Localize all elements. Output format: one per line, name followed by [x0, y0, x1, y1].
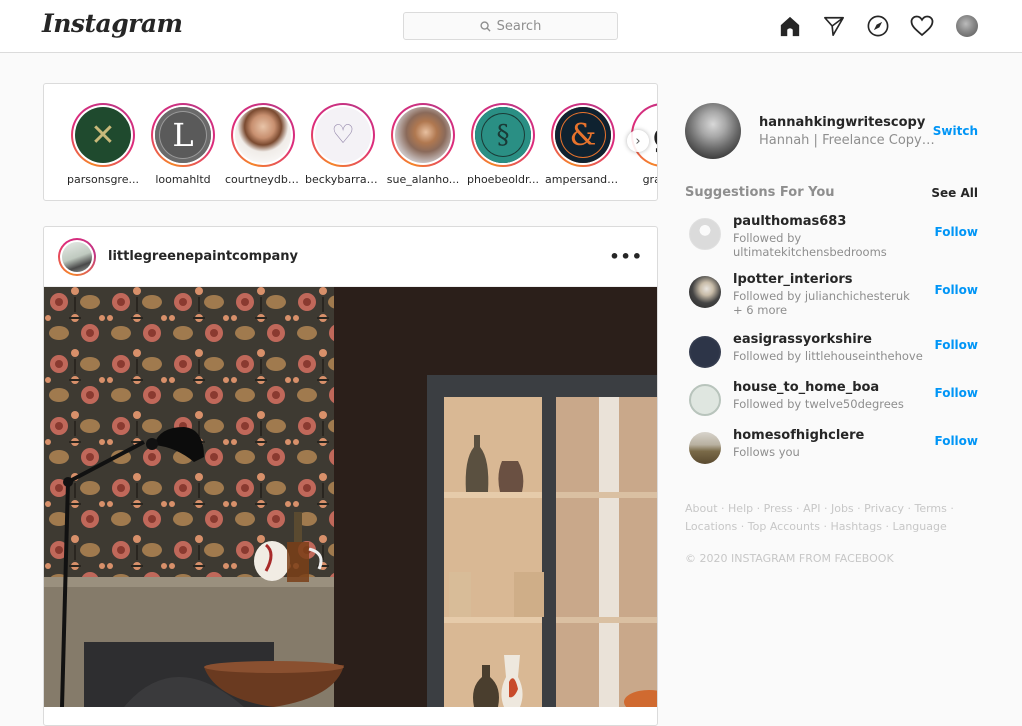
suggestion-context: Followed by twelve50degrees: [733, 397, 904, 411]
suggestion-context: Followed by julianchichesteruk + 6 more: [733, 289, 910, 317]
follow-button[interactable]: Follow: [934, 434, 978, 448]
suggestion-avatar[interactable]: [689, 384, 721, 416]
story-item[interactable]: ♡ beckybarrac...: [303, 103, 383, 186]
suggestion-item: lpotter_interiors Followed by julianchic…: [685, 268, 978, 328]
story-avatar: L: [155, 107, 211, 163]
current-user: hannahkingwritescopy Hannah | Freelance …: [685, 102, 978, 160]
suggestion-avatar[interactable]: [689, 336, 721, 368]
feed-post: littlegreenepaintcompany •••: [43, 226, 658, 726]
footer-link-language[interactable]: Language: [892, 520, 946, 533]
current-user-username[interactable]: hannahkingwritescopy: [759, 115, 933, 130]
suggestion-avatar[interactable]: [689, 432, 721, 464]
see-all-link[interactable]: See All: [931, 186, 978, 200]
story-item[interactable]: ✕ parsonsgre...: [63, 103, 143, 186]
home-icon[interactable]: [778, 14, 802, 38]
story-item[interactable]: sue_alanho...: [383, 103, 463, 186]
suggestion-username[interactable]: lpotter_interiors: [733, 272, 923, 287]
suggestion-username[interactable]: house_to_home_boa: [733, 380, 923, 395]
stories-next-button[interactable]: ›: [627, 130, 649, 152]
story-avatar: ♡: [315, 107, 371, 163]
story-username: loomahltd: [155, 173, 211, 186]
suggestion-username[interactable]: homesofhighclere: [733, 428, 923, 443]
footer-link-about[interactable]: About: [685, 502, 718, 515]
suggestion-context: Followed by littlehouseinthehove: [733, 349, 923, 363]
story-item[interactable]: § phoebeoldr...: [463, 103, 543, 186]
suggestions-list: paulthomas683 Followed by ultimatekitche…: [685, 210, 978, 472]
current-user-avatar[interactable]: [685, 103, 741, 159]
story-item[interactable]: courtneydbl...: [223, 103, 303, 186]
story-username: courtneydbl...: [225, 173, 302, 186]
footer-links: About · Help · Press · API · Jobs · Priv…: [685, 502, 954, 533]
follow-button[interactable]: Follow: [934, 283, 978, 297]
footer-link-jobs[interactable]: Jobs: [831, 502, 854, 515]
suggestion-avatar[interactable]: [689, 276, 721, 308]
footer-link-top-accounts[interactable]: Top Accounts: [748, 520, 820, 533]
story-item[interactable]: & ampersand_...: [543, 103, 623, 186]
suggestion-item: paulthomas683 Followed by ultimatekitche…: [685, 210, 978, 268]
post-author-avatar[interactable]: [58, 237, 96, 276]
footer-link-api[interactable]: API: [803, 502, 820, 515]
story-avatar: &: [555, 107, 611, 163]
story-username: sue_alanho...: [386, 173, 460, 186]
footer-link-help[interactable]: Help: [728, 502, 753, 515]
top-nav-bar: Instagram Search: [0, 0, 1022, 53]
suggestion-context: Followed by ultimatekitchensbedrooms: [733, 231, 887, 259]
suggestion-avatar[interactable]: [689, 218, 721, 250]
follow-button[interactable]: Follow: [934, 225, 978, 239]
footer-link-privacy[interactable]: Privacy: [864, 502, 904, 515]
suggestion-item: house_to_home_boa Followed by twelve50de…: [685, 376, 978, 424]
post-header: littlegreenepaintcompany •••: [44, 227, 657, 287]
switch-account-button[interactable]: Switch: [933, 124, 978, 138]
chevron-right-icon: ›: [635, 133, 641, 149]
instagram-logo[interactable]: Instagram: [42, 9, 183, 38]
copyright: © 2020 INSTAGRAM FROM FACEBOOK: [685, 552, 894, 565]
direct-messages-icon[interactable]: [822, 14, 846, 38]
story-username: phoebeoldr...: [467, 173, 539, 186]
post-photo-illustration: [44, 287, 657, 707]
search-icon: [480, 20, 491, 32]
story-username: beckybarrac...: [305, 173, 383, 186]
suggestion-item: easigrassyorkshire Followed by littlehou…: [685, 328, 978, 376]
current-user-fullname: Hannah | Freelance Copywriter: [759, 132, 935, 148]
story-username: ampersand_...: [545, 173, 623, 186]
post-image[interactable]: [44, 287, 657, 707]
footer-link-terms[interactable]: Terms: [914, 502, 946, 515]
more-options-icon[interactable]: •••: [609, 247, 643, 266]
footer-link-hashtags[interactable]: Hashtags: [830, 520, 881, 533]
follow-button[interactable]: Follow: [934, 338, 978, 352]
post-author-username[interactable]: littlegreenepaintcompany: [108, 249, 298, 264]
search-input[interactable]: Search: [403, 12, 618, 40]
explore-icon[interactable]: [866, 14, 890, 38]
suggestion-username[interactable]: paulthomas683: [733, 214, 923, 229]
stories-tray: ✕ parsonsgre... L loomahltd courtneydbl.…: [43, 83, 658, 201]
profile-avatar[interactable]: [956, 15, 978, 37]
story-avatar: ✕: [75, 107, 131, 163]
suggestion-context: Follows you: [733, 445, 800, 459]
story-item[interactable]: L loomahltd: [143, 103, 223, 186]
suggestions-heading: Suggestions For You: [685, 185, 835, 200]
footer-link-press[interactable]: Press: [764, 502, 793, 515]
suggestion-item: homesofhighclere Follows you Follow: [685, 424, 978, 472]
right-sidebar: hannahkingwritescopy Hannah | Freelance …: [685, 102, 978, 565]
story-avatar: §: [475, 107, 531, 163]
activity-heart-icon[interactable]: [910, 14, 934, 38]
footer-link-locations[interactable]: Locations: [685, 520, 737, 533]
follow-button[interactable]: Follow: [934, 386, 978, 400]
story-username: graceja: [642, 173, 657, 186]
story-avatar: [235, 107, 291, 163]
suggestion-username[interactable]: easigrassyorkshire: [733, 332, 923, 347]
search-placeholder: Search: [496, 18, 542, 34]
story-avatar: [395, 107, 451, 163]
story-username: parsonsgre...: [67, 173, 139, 186]
